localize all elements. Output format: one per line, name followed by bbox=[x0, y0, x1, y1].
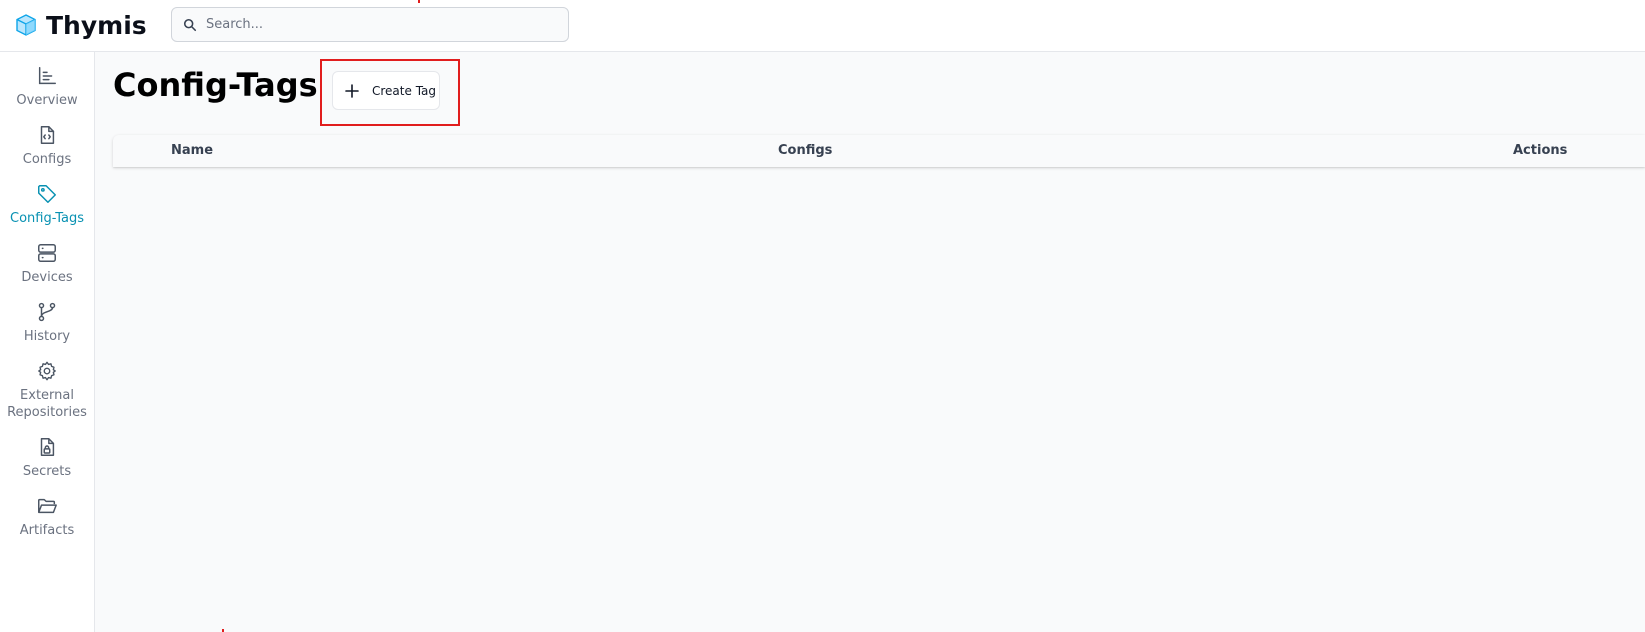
sidebar-item-external-repositories[interactable]: External Repositories bbox=[0, 360, 94, 421]
chart-bar-icon bbox=[38, 67, 56, 85]
annotation-mark bbox=[418, 0, 420, 3]
file-lock-icon bbox=[40, 438, 55, 456]
folder-open-icon bbox=[38, 498, 57, 514]
sidebar-item-label: Devices bbox=[21, 270, 73, 285]
search-box[interactable] bbox=[171, 7, 569, 42]
create-tag-label: Create Tag bbox=[372, 83, 437, 98]
sidebar-item-artifacts[interactable]: Artifacts bbox=[0, 495, 94, 539]
sidebar-item-config-tags[interactable]: Config-Tags bbox=[0, 183, 94, 227]
sidebar-item-configs[interactable]: Configs bbox=[0, 124, 94, 168]
search-input[interactable] bbox=[206, 8, 568, 41]
sidebar-item-label: Artifacts bbox=[19, 523, 75, 538]
app-name: Thymis bbox=[46, 10, 147, 40]
tag-icon bbox=[38, 185, 56, 203]
sidebar-item-overview[interactable]: Overview bbox=[0, 65, 94, 109]
brand[interactable]: Thymis bbox=[14, 10, 147, 40]
create-tag-button[interactable]: Create Tag bbox=[332, 71, 440, 110]
sidebar-item-history[interactable]: History bbox=[0, 301, 94, 345]
thymis-logo-icon bbox=[16, 14, 36, 36]
column-header-configs[interactable]: Configs bbox=[778, 143, 832, 158]
sidebar-item-label: External Repositories bbox=[7, 388, 87, 420]
page-title: Config-Tags bbox=[113, 66, 318, 104]
sidebar: Overview Configs Config-Tags Devices His… bbox=[0, 52, 95, 632]
server-icon bbox=[38, 244, 56, 262]
sidebar-item-label: Config-Tags bbox=[10, 211, 84, 226]
search-icon bbox=[183, 18, 197, 31]
sidebar-item-label: Secrets bbox=[22, 464, 72, 479]
column-header-actions[interactable]: Actions bbox=[1513, 143, 1567, 158]
top-bar: Thymis bbox=[0, 0, 1645, 52]
sidebar-item-label: Overview bbox=[16, 93, 78, 108]
sidebar-item-devices[interactable]: Devices bbox=[0, 242, 94, 286]
sidebar-item-label: History bbox=[23, 329, 71, 344]
git-branch-icon bbox=[38, 302, 56, 322]
file-code-icon bbox=[40, 126, 55, 144]
column-header-name[interactable]: Name bbox=[171, 143, 213, 158]
table-header: Name Configs Actions bbox=[113, 135, 1645, 167]
main-content: Config-Tags Create Tag Name Configs Acti… bbox=[95, 52, 1645, 632]
gear-icon bbox=[38, 361, 56, 381]
sidebar-item-label: Configs bbox=[22, 152, 72, 167]
plus-icon bbox=[345, 83, 359, 98]
sidebar-item-secrets[interactable]: Secrets bbox=[0, 436, 94, 480]
